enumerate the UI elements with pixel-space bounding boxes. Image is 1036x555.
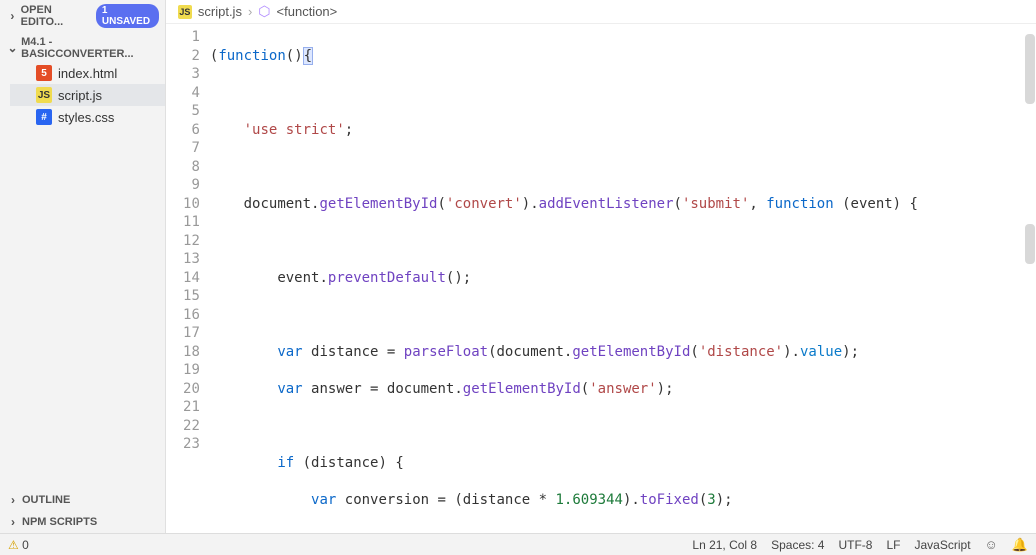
eol-button[interactable]: LF: [886, 538, 900, 552]
file-item-script-js[interactable]: JS script.js: [10, 84, 165, 106]
css-icon: #: [36, 109, 52, 125]
chevron-down-icon: ⌄: [6, 41, 19, 55]
file-name: index.html: [58, 66, 117, 81]
editor-area: JS script.js › ⬡ <function> 1 2 3 4 5 6 …: [166, 0, 1036, 533]
problems-button[interactable]: ⚠ 0: [8, 538, 29, 552]
code-editor[interactable]: 1 2 3 4 5 6 7 8 9 10 11 12 13 14 15 16 1…: [166, 24, 1036, 533]
language-mode-button[interactable]: JavaScript: [915, 538, 971, 552]
scroll-thumb[interactable]: [1025, 34, 1035, 104]
sidebar: › OPEN EDITO... 1 UNSAVED ⌄ M4.1 - BASIC…: [0, 0, 166, 533]
npm-scripts-header[interactable]: › NPM SCRIPTS: [0, 513, 165, 531]
file-name: script.js: [58, 88, 102, 103]
js-icon: JS: [178, 5, 192, 19]
html-icon: 5: [36, 65, 52, 81]
chevron-right-icon: ›: [6, 9, 19, 23]
file-item-styles-css[interactable]: # styles.css: [10, 106, 165, 128]
project-header[interactable]: ⌄ M4.1 - BASICCONVERTER...: [0, 34, 165, 62]
cursor-position[interactable]: Ln 21, Col 8: [692, 538, 757, 552]
open-editors-label: OPEN EDITO...: [21, 4, 90, 28]
open-editors-header[interactable]: › OPEN EDITO... 1 UNSAVED: [0, 2, 165, 30]
chevron-right-icon: ›: [6, 493, 20, 507]
warning-icon: ⚠: [8, 538, 19, 552]
breadcrumb-separator-icon: ›: [248, 4, 252, 19]
status-bar: ⚠ 0 Ln 21, Col 8 Spaces: 4 UTF-8 LF Java…: [0, 533, 1036, 555]
editor-scrollbar[interactable]: [1024, 24, 1036, 533]
scroll-thumb[interactable]: [1025, 224, 1035, 264]
npm-scripts-label: NPM SCRIPTS: [22, 516, 97, 528]
feedback-icon[interactable]: ☺: [985, 537, 998, 552]
notifications-icon[interactable]: 🔔: [1012, 537, 1028, 553]
file-list: 5 index.html JS script.js # styles.css: [0, 62, 165, 128]
encoding-button[interactable]: UTF-8: [838, 538, 872, 552]
breadcrumb-symbol: <function>: [277, 4, 338, 19]
chevron-right-icon: ›: [6, 515, 20, 529]
indentation-button[interactable]: Spaces: 4: [771, 538, 824, 552]
breadcrumb[interactable]: JS script.js › ⬡ <function>: [166, 0, 1036, 24]
js-icon: JS: [36, 87, 52, 103]
code-content[interactable]: (function(){ 'use strict'; document.getE…: [210, 24, 1036, 533]
unsaved-badge: 1 UNSAVED: [96, 4, 159, 28]
outline-header[interactable]: › OUTLINE: [0, 491, 165, 509]
breadcrumb-file: script.js: [198, 4, 242, 19]
project-label: M4.1 - BASICCONVERTER...: [21, 36, 159, 60]
warning-count: 0: [22, 538, 29, 552]
outline-label: OUTLINE: [22, 494, 70, 506]
file-name: styles.css: [58, 110, 114, 125]
line-gutter: 1 2 3 4 5 6 7 8 9 10 11 12 13 14 15 16 1…: [166, 24, 210, 533]
file-item-index-html[interactable]: 5 index.html: [10, 62, 165, 84]
symbol-function-icon: ⬡: [258, 3, 270, 20]
